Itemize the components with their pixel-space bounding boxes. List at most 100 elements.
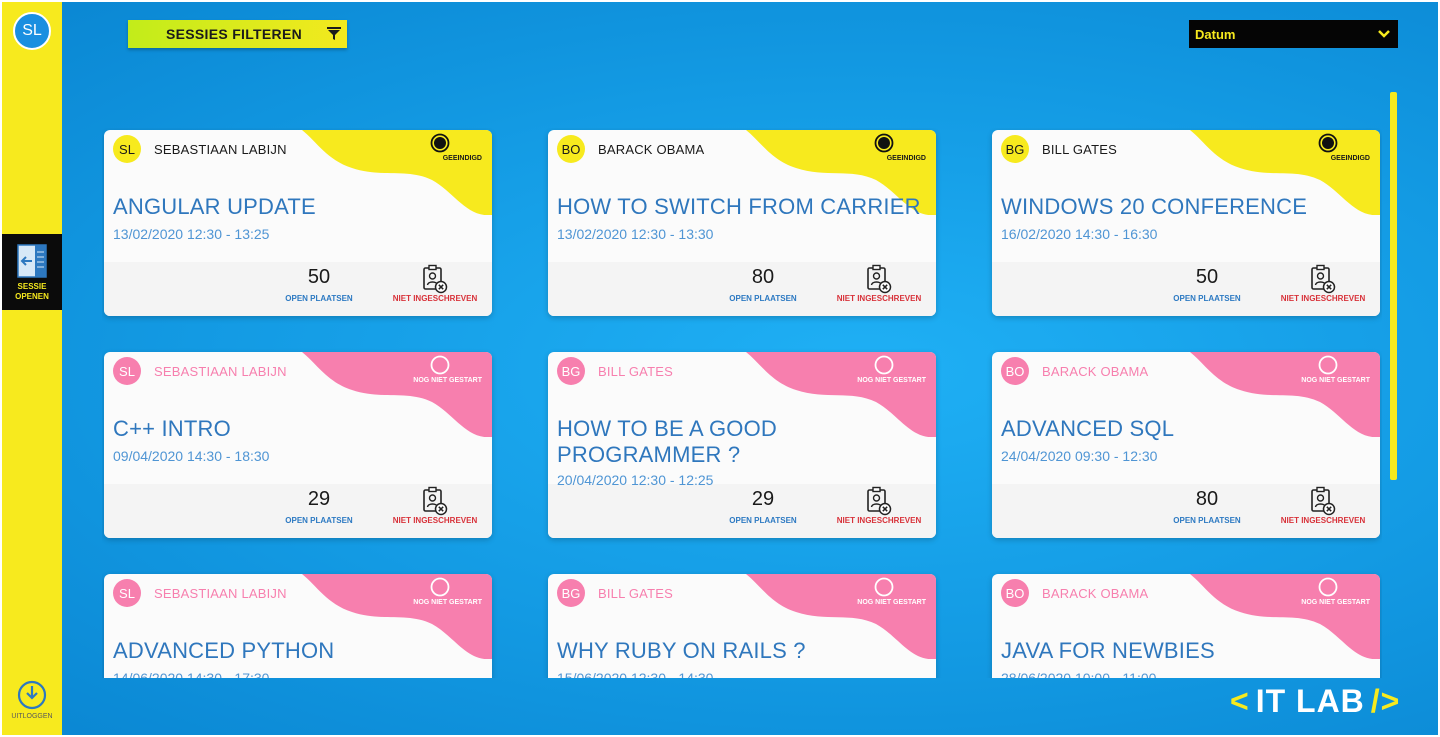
session-title: WINDOWS 20 CONFERENCE: [1001, 194, 1308, 219]
presenter-avatar: BG: [1001, 135, 1029, 163]
registration-status: NIET INGESCHREVEN: [392, 294, 478, 303]
open-places-count: 50: [1195, 266, 1219, 288]
logout-button[interactable]: UITLOGGEN: [2, 680, 62, 735]
presenter-name: SEBASTIAAN LABIJN: [154, 586, 287, 601]
session-date: 13/02/2020 12:30 - 13:25: [113, 226, 270, 242]
not-started-status-icon: [430, 355, 450, 375]
sort-dropdown-value: Datum: [1195, 26, 1236, 42]
session-title: HOW TO BE A GOOD PROGRAMMER ?: [557, 416, 777, 467]
presenter-avatar: SL: [113, 357, 141, 385]
session-title: WHY RUBY ON RAILS ?: [557, 638, 806, 663]
session-card[interactable]: BO BARACK OBAMA NOG NIET GESTART ADVANCE…: [992, 352, 1380, 538]
not-started-status-icon: [874, 355, 894, 375]
session-title: ADVANCED PYTHON: [113, 638, 335, 663]
logout-icon: [17, 680, 47, 710]
scrollbar-thumb[interactable]: [1390, 92, 1397, 480]
not-registered-icon[interactable]: [1310, 486, 1336, 516]
open-places-count: 80: [751, 266, 775, 288]
session-title: JAVA FOR NEWBIES: [1001, 638, 1215, 663]
ended-status-icon: [874, 133, 894, 153]
not-registered-icon[interactable]: [1310, 264, 1336, 294]
presenter-name: BARACK OBAMA: [598, 142, 705, 157]
status-badge: GEEINDIGD: [1330, 155, 1370, 162]
it-lab-logo: < IT LAB />: [1230, 676, 1420, 726]
open-session-icon: [17, 244, 47, 278]
session-grid: SL SEBASTIAAN LABIJN GEEINDIGD ANGULAR U…: [102, 128, 1382, 678]
presenter-name: BILL GATES: [598, 586, 673, 601]
open-places-count: 80: [1195, 488, 1219, 510]
not-started-status-icon: [874, 577, 894, 597]
status-badge: NOG NIET GESTART: [413, 599, 482, 606]
session-card[interactable]: SL SEBASTIAAN LABIJN NOG NIET GESTART AD…: [104, 574, 492, 678]
open-places-label: OPEN PLAATSEN: [729, 294, 797, 303]
registration-status: NIET INGESCHREVEN: [1280, 516, 1366, 525]
ended-status-icon: [1318, 133, 1338, 153]
session-card[interactable]: BO BARACK OBAMA NOG NIET GESTART JAVA FO…: [992, 574, 1380, 678]
session-date: 24/04/2020 09:30 - 12:30: [1001, 448, 1158, 464]
logout-label: UITLOGGEN: [11, 713, 53, 720]
not-registered-icon[interactable]: [422, 264, 448, 294]
session-card[interactable]: BG BILL GATES NOG NIET GESTART WHY RUBY …: [548, 574, 936, 678]
logo-right-bracket: />: [1370, 682, 1401, 719]
session-card[interactable]: BO BARACK OBAMA GEEINDIGD HOW TO SWITCH …: [548, 130, 936, 316]
session-date: 13/02/2020 12:30 - 13:30: [557, 226, 714, 242]
presenter-name: BARACK OBAMA: [1042, 586, 1149, 601]
status-badge: NOG NIET GESTART: [413, 377, 482, 384]
filter-sessions-button[interactable]: SESSIES FILTEREN: [128, 20, 347, 48]
session-card[interactable]: BG BILL GATES NOG NIET GESTART HOW TO BE…: [548, 352, 936, 538]
chevron-down-icon: [1378, 30, 1390, 38]
app-root: SL SESSIE OPENEN UITLOGGEN SESSIES FILTE…: [0, 0, 1440, 737]
user-avatar[interactable]: SL: [13, 12, 51, 50]
status-badge: NOG NIET GESTART: [857, 377, 926, 384]
filter-icon: [327, 27, 341, 40]
presenter-name: BILL GATES: [1042, 142, 1117, 157]
session-title: C++ INTRO: [113, 416, 231, 441]
ended-status-icon: [430, 133, 450, 153]
presenter-avatar: SL: [113, 135, 141, 163]
presenter-avatar: BO: [557, 135, 585, 163]
logo-left-bracket: <: [1230, 682, 1250, 719]
session-date: 28/06/2020 10:00 - 11:00: [1001, 670, 1157, 678]
registration-status: NIET INGESCHREVEN: [392, 516, 478, 525]
session-date: 15/06/2020 12:30 - 14:30: [557, 670, 714, 678]
session-card[interactable]: SL SEBASTIAAN LABIJN GEEINDIGD ANGULAR U…: [104, 130, 492, 316]
status-badge: NOG NIET GESTART: [857, 599, 926, 606]
open-places-count: 29: [751, 488, 775, 510]
session-title: ADVANCED SQL: [1001, 416, 1175, 441]
not-registered-icon[interactable]: [866, 264, 892, 294]
not-registered-icon[interactable]: [422, 486, 448, 516]
not-started-status-icon: [1318, 577, 1338, 597]
presenter-avatar: BO: [1001, 357, 1029, 385]
presenter-avatar: BG: [557, 357, 585, 385]
logo-text: IT LAB: [1255, 682, 1365, 719]
open-places-label: OPEN PLAATSEN: [1173, 516, 1241, 525]
session-date: 20/04/2020 12:30 - 12:25: [557, 472, 714, 488]
session-title: HOW TO SWITCH FROM CARRIER: [557, 194, 921, 219]
session-date: 16/02/2020 14:30 - 16:30: [1001, 226, 1158, 242]
sidebar: SL SESSIE OPENEN UITLOGGEN: [2, 2, 62, 735]
presenter-avatar: BG: [557, 579, 585, 607]
registration-status: NIET INGESCHREVEN: [1280, 294, 1366, 303]
registration-status: NIET INGESCHREVEN: [836, 294, 922, 303]
presenter-name: SEBASTIAAN LABIJN: [154, 364, 287, 379]
presenter-avatar: BO: [1001, 579, 1029, 607]
open-session-label-line1: SESSIE: [17, 282, 47, 291]
session-card[interactable]: BG BILL GATES GEEINDIGD WINDOWS 20 CONFE…: [992, 130, 1380, 316]
not-registered-icon[interactable]: [866, 486, 892, 516]
open-session-button[interactable]: SESSIE OPENEN: [2, 234, 62, 310]
presenter-name: BARACK OBAMA: [1042, 364, 1149, 379]
open-places-label: OPEN PLAATSEN: [285, 294, 353, 303]
sort-dropdown[interactable]: Datum: [1189, 20, 1398, 48]
presenter-name: BILL GATES: [598, 364, 673, 379]
session-card[interactable]: SL SEBASTIAAN LABIJN NOG NIET GESTART C+…: [104, 352, 492, 538]
presenter-name: SEBASTIAAN LABIJN: [154, 142, 287, 157]
not-started-status-icon: [430, 577, 450, 597]
filter-sessions-label: SESSIES FILTEREN: [166, 26, 303, 42]
open-places-label: OPEN PLAATSEN: [1173, 294, 1241, 303]
not-started-status-icon: [1318, 355, 1338, 375]
status-badge: GEEINDIGD: [442, 155, 482, 162]
open-places-count: 50: [307, 266, 331, 288]
open-places-label: OPEN PLAATSEN: [729, 516, 797, 525]
presenter-avatar: SL: [113, 579, 141, 607]
session-title: ANGULAR UPDATE: [113, 194, 316, 219]
